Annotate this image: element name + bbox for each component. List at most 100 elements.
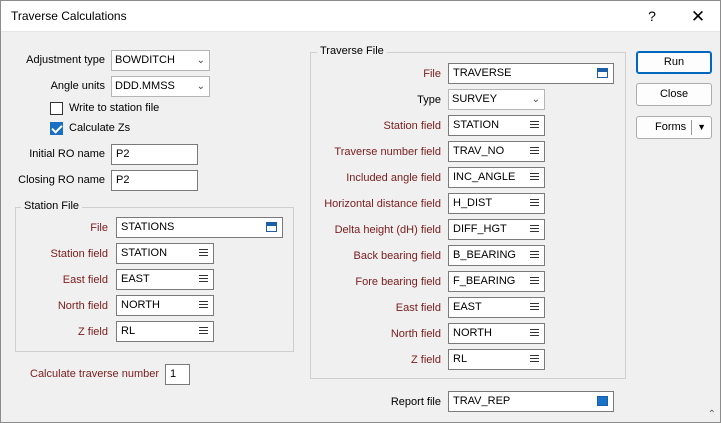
included-angle-input[interactable]: INC_ANGLE xyxy=(448,167,545,188)
initial-ro-value: P2 xyxy=(116,148,130,160)
report-file-value: TRAV_REP xyxy=(453,395,511,407)
traverse-number-label: Traverse number field xyxy=(334,146,441,158)
browse-icon[interactable] xyxy=(266,222,277,232)
sf-z-field-input[interactable]: RL xyxy=(116,321,214,342)
included-angle-label: Included angle field xyxy=(346,172,441,184)
tf-east-field-value: EAST xyxy=(453,301,482,313)
traverse-file-value: TRAVERSE xyxy=(453,67,512,79)
calc-traverse-value: 1 xyxy=(170,368,177,380)
angle-units-select[interactable]: DDD.MMSS ⌄ xyxy=(111,76,210,97)
fore-bearing-label: Fore bearing field xyxy=(355,276,441,288)
field-list-icon[interactable] xyxy=(199,301,208,310)
tf-z-field-label: Z field xyxy=(411,354,441,366)
field-list-icon[interactable] xyxy=(530,121,539,130)
tf-east-field-label: East field xyxy=(395,302,441,314)
report-file-input[interactable]: TRAV_REP xyxy=(448,391,614,412)
traverse-file-label: File xyxy=(423,68,441,80)
forms-button[interactable]: Forms ▼ xyxy=(636,116,712,139)
calc-traverse-input[interactable]: 1 xyxy=(165,364,190,385)
field-list-icon[interactable] xyxy=(530,199,539,208)
traverse-number-value: TRAV_NO xyxy=(453,145,505,157)
sf-north-field-input[interactable]: NORTH xyxy=(116,295,214,316)
help-icon[interactable]: ? xyxy=(629,1,675,32)
tf-east-field-input[interactable]: EAST xyxy=(448,297,545,318)
tf-z-field-input[interactable]: RL xyxy=(448,349,545,370)
back-bearing-input[interactable]: B_BEARING xyxy=(448,245,545,266)
tf-north-field-value: NORTH xyxy=(453,327,492,339)
write-station-checkbox[interactable] xyxy=(50,102,63,115)
initial-ro-input[interactable]: P2 xyxy=(111,144,198,165)
closing-ro-label: Closing RO name xyxy=(18,174,105,186)
traverse-dialog: Traverse Calculations ? ✕ Adjustment typ… xyxy=(0,0,721,423)
tf-north-field-label: North field xyxy=(390,328,441,340)
calculate-zs-checkbox[interactable] xyxy=(50,122,63,135)
window-title: Traverse Calculations xyxy=(11,9,127,23)
field-list-icon[interactable] xyxy=(530,173,539,182)
adjustment-type-label: Adjustment type xyxy=(26,54,105,66)
chevron-down-icon: ⌄ xyxy=(531,94,540,105)
dropdown-arrow-icon[interactable]: ▼ xyxy=(697,117,706,138)
station-file-title: Station File xyxy=(21,200,83,212)
sf-east-field-value: EAST xyxy=(121,273,150,285)
adjustment-type-select[interactable]: BOWDITCH ⌄ xyxy=(111,50,210,71)
browse-icon[interactable] xyxy=(597,68,608,78)
tf-z-field-value: RL xyxy=(453,353,468,365)
sf-station-field-label: Station field xyxy=(50,248,108,260)
tf-station-field-input[interactable]: STATION xyxy=(448,115,545,136)
field-list-icon[interactable] xyxy=(530,147,539,156)
sf-east-field-input[interactable]: EAST xyxy=(116,269,214,290)
sf-east-field-label: East field xyxy=(62,274,108,286)
report-file-label: Report file xyxy=(390,396,441,408)
sf-z-field-value: RL xyxy=(121,325,136,337)
title-bar: Traverse Calculations ? ✕ xyxy=(1,1,720,32)
horizontal-distance-label: Horizontal distance field xyxy=(324,198,441,210)
sf-z-field-label: Z field xyxy=(78,326,108,338)
field-list-icon[interactable] xyxy=(530,329,539,338)
sf-station-field-input[interactable]: STATION xyxy=(116,243,214,264)
delta-height-value: DIFF_HGT xyxy=(453,223,507,235)
traverse-file-title: Traverse File xyxy=(317,45,387,57)
close-icon[interactable]: ✕ xyxy=(675,1,721,32)
tf-station-field-value: STATION xyxy=(453,119,500,131)
included-angle-value: INC_ANGLE xyxy=(453,171,516,183)
browse-icon[interactable] xyxy=(597,396,608,406)
field-list-icon[interactable] xyxy=(530,277,539,286)
sf-north-field-value: NORTH xyxy=(121,299,160,311)
field-list-icon[interactable] xyxy=(199,327,208,336)
sf-station-field-value: STATION xyxy=(121,247,168,259)
field-list-icon[interactable] xyxy=(199,249,208,258)
horizontal-distance-input[interactable]: H_DIST xyxy=(448,193,545,214)
closing-ro-input[interactable]: P2 xyxy=(111,170,198,191)
traverse-file-input[interactable]: TRAVERSE xyxy=(448,63,614,84)
chevron-down-icon: ⌄ xyxy=(196,55,205,66)
field-list-icon[interactable] xyxy=(530,355,539,364)
horizontal-distance-value: H_DIST xyxy=(453,197,493,209)
station-file-value: STATIONS xyxy=(121,221,175,233)
angle-units-label: Angle units xyxy=(50,80,105,92)
tf-station-field-label: Station field xyxy=(383,120,441,132)
forms-label: Forms xyxy=(655,121,687,133)
calculate-zs-label: Calculate Zs xyxy=(69,122,131,134)
station-file-input[interactable]: STATIONS xyxy=(116,217,283,238)
type-label: Type xyxy=(417,94,441,106)
field-list-icon[interactable] xyxy=(530,225,539,234)
station-file-label: File xyxy=(90,222,108,234)
closing-ro-value: P2 xyxy=(116,174,130,186)
tf-north-field-input[interactable]: NORTH xyxy=(448,323,545,344)
field-list-icon[interactable] xyxy=(530,251,539,260)
delta-height-input[interactable]: DIFF_HGT xyxy=(448,219,545,240)
run-button[interactable]: Run xyxy=(636,51,712,74)
adjustment-type-value: BOWDITCH xyxy=(115,54,175,66)
type-value: SURVEY xyxy=(452,93,498,105)
delta-height-label: Delta height (dH) field xyxy=(334,224,441,236)
type-select[interactable]: SURVEY ⌄ xyxy=(448,89,545,110)
traverse-number-input[interactable]: TRAV_NO xyxy=(448,141,545,162)
sf-north-field-label: North field xyxy=(57,300,108,312)
split-divider xyxy=(691,120,692,135)
close-button[interactable]: Close xyxy=(636,83,712,106)
resize-grip-icon[interactable]: ⌃ xyxy=(708,409,716,420)
initial-ro-label: Initial RO name xyxy=(29,148,105,160)
field-list-icon[interactable] xyxy=(530,303,539,312)
fore-bearing-input[interactable]: F_BEARING xyxy=(448,271,545,292)
field-list-icon[interactable] xyxy=(199,275,208,284)
